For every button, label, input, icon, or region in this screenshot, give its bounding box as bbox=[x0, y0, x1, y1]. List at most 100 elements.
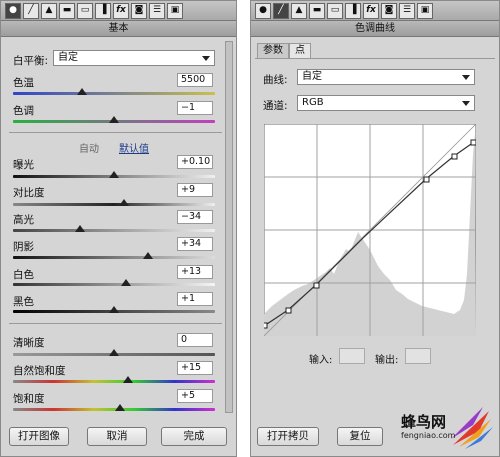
whites-slider-track[interactable] bbox=[13, 283, 215, 286]
tone-curve-graph[interactable] bbox=[264, 124, 476, 336]
output-label: 输出: bbox=[375, 355, 399, 366]
clarity-slider-thumb[interactable] bbox=[109, 349, 119, 356]
saturation-value[interactable]: +5 bbox=[177, 389, 213, 403]
hsl-tab-icon[interactable]: ▬ bbox=[309, 2, 325, 19]
curve-point[interactable] bbox=[423, 176, 430, 183]
lens-tab-icon[interactable]: ▐ bbox=[95, 2, 111, 19]
vibrance-label: 自然饱和度 bbox=[13, 365, 66, 377]
whites-slider-thumb[interactable] bbox=[121, 279, 132, 286]
blacks-value[interactable]: +1 bbox=[177, 292, 213, 306]
panel-title: 色调曲线 bbox=[251, 21, 499, 37]
curve-select[interactable]: 自定 bbox=[297, 69, 475, 85]
curve-value: 自定 bbox=[302, 71, 322, 82]
clarity-label: 清晰度 bbox=[13, 337, 45, 349]
exposure-label: 曝光 bbox=[13, 159, 34, 171]
exposure-value[interactable]: +0.10 bbox=[177, 155, 213, 169]
exposure-slider-thumb[interactable] bbox=[109, 171, 119, 178]
tone-curve-tab-icon[interactable]: ╱ bbox=[23, 2, 39, 19]
blacks-label: 黑色 bbox=[13, 296, 34, 308]
scrollbar[interactable] bbox=[225, 41, 233, 413]
open-copy-button[interactable]: 打开拷贝 bbox=[257, 427, 319, 446]
open-image-button[interactable]: 打开图像 bbox=[9, 427, 69, 446]
shadows-value[interactable]: +34 bbox=[177, 237, 213, 251]
channel-value: RGB bbox=[302, 97, 324, 108]
temperature-value[interactable]: 5500 bbox=[177, 73, 213, 87]
vibrance-slider-track[interactable] bbox=[13, 380, 215, 383]
reset-button[interactable]: 复位 bbox=[337, 427, 383, 446]
right-toolbar: ● ╱ ▲ ▬ ▭ ▐ fx ◙ ☰ ▣ bbox=[251, 1, 499, 21]
curve-point[interactable] bbox=[313, 282, 320, 289]
watermark-url: fengniao.com bbox=[401, 431, 456, 440]
detail-tab-icon[interactable]: ▲ bbox=[291, 2, 307, 19]
tab-parametric[interactable]: 参数 bbox=[257, 43, 289, 58]
curve-point[interactable] bbox=[451, 153, 458, 160]
saturation-slider-track[interactable] bbox=[13, 408, 215, 411]
default-link[interactable]: 默认值 bbox=[119, 140, 149, 155]
left-toolbar: ● ╱ ▲ ▬ ▭ ▐ fx ◙ ☰ ▣ bbox=[1, 1, 236, 21]
white-balance-value: 自定 bbox=[58, 52, 78, 63]
basic-tab-icon[interactable]: ● bbox=[5, 2, 21, 19]
split-toning-tab-icon[interactable]: ▭ bbox=[77, 2, 93, 19]
presets-tab-icon[interactable]: ☰ bbox=[149, 2, 165, 19]
vibrance-value[interactable]: +15 bbox=[177, 361, 213, 375]
highlights-value[interactable]: −34 bbox=[177, 210, 213, 224]
output-field[interactable] bbox=[405, 348, 431, 364]
tint-label: 色调 bbox=[13, 105, 34, 117]
lens-tab-icon[interactable]: ▐ bbox=[345, 2, 361, 19]
tint-slider-thumb[interactable] bbox=[109, 116, 119, 123]
temperature-slider-thumb[interactable] bbox=[76, 88, 87, 95]
fx-tab-icon[interactable]: fx bbox=[363, 2, 379, 19]
input-field[interactable] bbox=[339, 348, 365, 364]
camera-calibration-tab-icon[interactable]: ◙ bbox=[381, 2, 397, 19]
contrast-label: 对比度 bbox=[13, 187, 45, 199]
white-balance-label: 白平衡: bbox=[13, 55, 49, 67]
watermark-brand: 蜂鸟网 bbox=[401, 413, 447, 431]
auto-link[interactable]: 自动 bbox=[79, 140, 99, 155]
tone-curve-panel: ● ╱ ▲ ▬ ▭ ▐ fx ◙ ☰ ▣ 色调曲线 参数 点 曲线: 自定 通道… bbox=[250, 0, 500, 457]
chevron-down-icon bbox=[202, 56, 210, 61]
curve-point[interactable] bbox=[264, 322, 268, 329]
presets-tab-icon[interactable]: ☰ bbox=[399, 2, 415, 19]
temperature-label: 色温 bbox=[13, 77, 34, 89]
divider bbox=[9, 132, 222, 133]
vibrance-slider-thumb[interactable] bbox=[123, 376, 134, 383]
channel-select[interactable]: RGB bbox=[297, 95, 475, 111]
whites-label: 白色 bbox=[13, 269, 34, 281]
divider bbox=[9, 323, 222, 324]
curve-point[interactable] bbox=[285, 307, 292, 314]
hsl-tab-icon[interactable]: ▬ bbox=[59, 2, 75, 19]
shadows-label: 阴影 bbox=[13, 241, 34, 253]
highlights-slider-track[interactable] bbox=[13, 229, 215, 232]
camera-calibration-tab-icon[interactable]: ◙ bbox=[131, 2, 147, 19]
basic-tab-icon[interactable]: ● bbox=[255, 2, 271, 19]
contrast-slider-track[interactable] bbox=[13, 203, 215, 206]
hummingbird-logo-icon bbox=[451, 407, 493, 449]
basic-panel: ● ╱ ▲ ▬ ▭ ▐ fx ◙ ☰ ▣ 基本 白平衡: 自定 色温 5500 … bbox=[0, 0, 237, 457]
contrast-slider-thumb[interactable] bbox=[119, 199, 130, 206]
blacks-slider-thumb[interactable] bbox=[109, 306, 119, 313]
curve-point[interactable] bbox=[470, 139, 476, 146]
detail-tab-icon[interactable]: ▲ bbox=[41, 2, 57, 19]
saturation-slider-thumb[interactable] bbox=[115, 404, 126, 411]
cancel-button[interactable]: 取消 bbox=[87, 427, 147, 446]
done-button[interactable]: 完成 bbox=[161, 427, 227, 446]
contrast-value[interactable]: +9 bbox=[177, 183, 213, 197]
tab-point[interactable]: 点 bbox=[289, 43, 311, 58]
fx-tab-icon[interactable]: fx bbox=[113, 2, 129, 19]
watermark: 蜂鸟网 fengniao.com bbox=[387, 405, 497, 455]
tone-curve-tab-icon[interactable]: ╱ bbox=[273, 2, 289, 19]
whites-value[interactable]: +13 bbox=[177, 265, 213, 279]
chevron-down-icon bbox=[462, 101, 470, 106]
split-toning-tab-icon[interactable]: ▭ bbox=[327, 2, 343, 19]
highlights-slider-thumb[interactable] bbox=[74, 225, 85, 232]
white-balance-select[interactable]: 自定 bbox=[53, 50, 215, 66]
channel-label: 通道: bbox=[263, 100, 288, 112]
clarity-value[interactable]: 0 bbox=[177, 333, 213, 347]
shadows-slider-thumb[interactable] bbox=[143, 252, 154, 259]
snapshots-tab-icon[interactable]: ▣ bbox=[167, 2, 183, 19]
temperature-slider-track[interactable] bbox=[13, 92, 215, 95]
tint-value[interactable]: −1 bbox=[177, 101, 213, 115]
chevron-down-icon bbox=[462, 75, 470, 80]
shadows-slider-track[interactable] bbox=[13, 256, 215, 259]
snapshots-tab-icon[interactable]: ▣ bbox=[417, 2, 433, 19]
